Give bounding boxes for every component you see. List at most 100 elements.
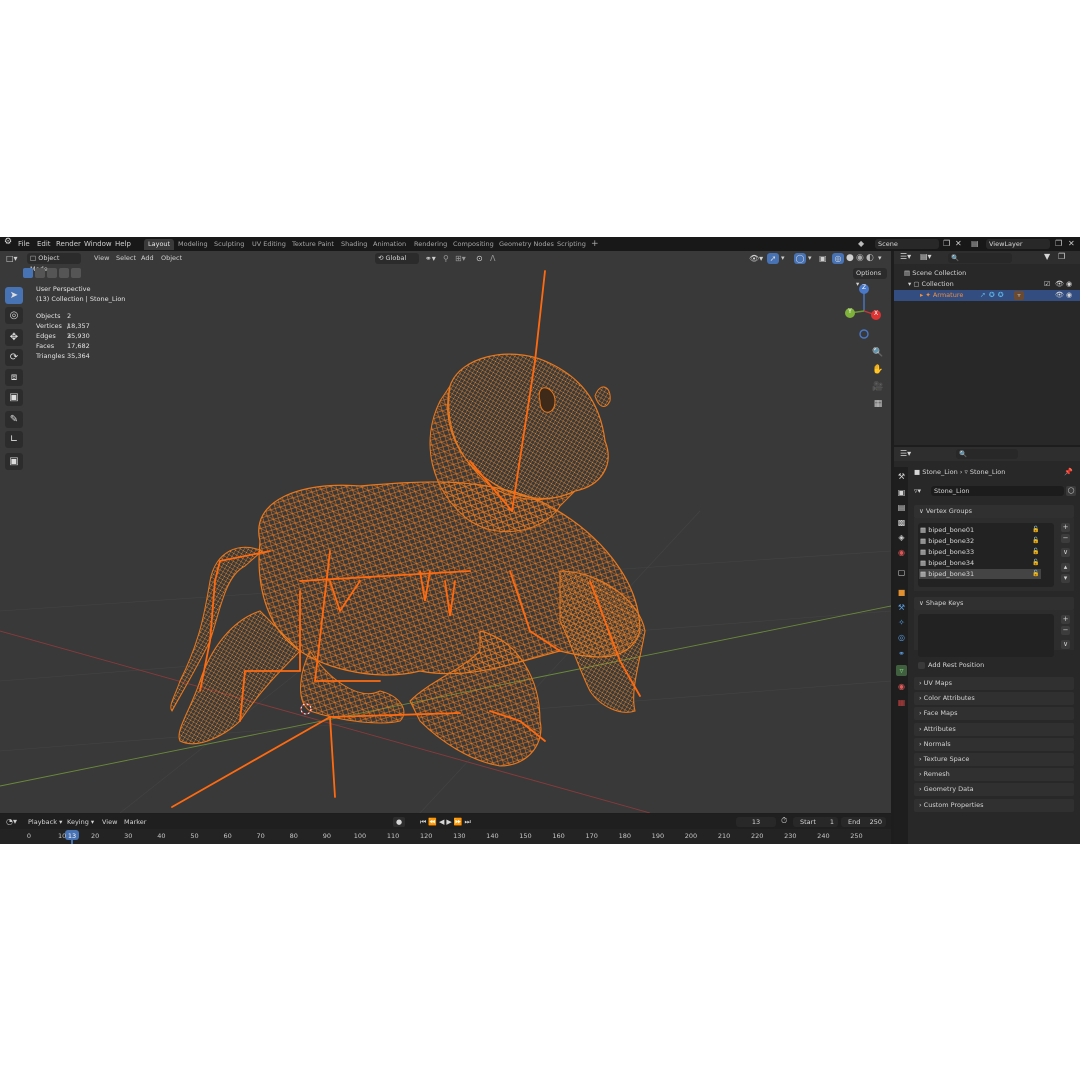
3d-viewport[interactable]: □▾ □ Object Mode View Select Add Object … (0, 251, 891, 813)
menu-render[interactable]: Render (56, 239, 81, 249)
shape-key-specials-icon[interactable]: ∨ (1061, 640, 1070, 649)
menu-add[interactable]: Add (141, 253, 154, 264)
list-item[interactable]: ▦ biped_bone32 (920, 536, 1040, 546)
shading-material-icon[interactable]: ◉ (856, 253, 864, 264)
texture-tab-icon[interactable]: ▦ (896, 697, 907, 708)
stopwatch-icon[interactable]: ⏱ (781, 816, 787, 826)
collection-checkbox-icon[interactable]: ☑ (1044, 279, 1050, 289)
fake-user-icon[interactable]: ◯ (1066, 486, 1076, 496)
vertex-group-specials-icon[interactable]: ∨ (1061, 548, 1070, 557)
list-item[interactable]: ▦ biped_bone33 (920, 547, 1040, 557)
menu-select[interactable]: Select (116, 253, 136, 264)
add-cube-tool-icon[interactable]: ▣ (5, 453, 23, 470)
properties-editor-icon[interactable]: ☰▾ (900, 449, 911, 459)
end-frame-field[interactable]: End 250 (841, 817, 886, 827)
gizmo-toggle-icon[interactable]: ➚ (767, 253, 779, 264)
scale-tool-icon[interactable]: ⧈ (5, 369, 23, 386)
next-keyframe-icon[interactable]: ⏩ (454, 818, 465, 826)
xray-toggle-icon[interactable]: ▣ (819, 253, 827, 264)
remove-shape-key-button[interactable]: − (1061, 626, 1070, 635)
collection-camera-icon[interactable]: ◉ (1066, 279, 1072, 289)
rotate-tool-icon[interactable]: ⟳ (5, 349, 23, 366)
move-tool-icon[interactable]: ✥ (5, 329, 23, 346)
shading-solid-icon[interactable]: ● (846, 253, 854, 264)
collection-tab-icon[interactable]: ▢ (896, 567, 907, 578)
tab-animation[interactable]: Animation (373, 239, 406, 250)
select-new-icon[interactable] (23, 268, 33, 278)
lock-icon[interactable]: 🔓 (1032, 558, 1039, 568)
output-tab-icon[interactable]: ▤ (896, 502, 907, 513)
move-down-icon[interactable]: ▾ (1061, 574, 1070, 583)
transform-tool-icon[interactable]: ▣ (5, 389, 23, 406)
filter-icon[interactable]: ▼ (1044, 252, 1050, 262)
lock-icon[interactable]: 🔓 (1032, 569, 1039, 579)
view-layer-tab-icon[interactable]: ▩ (896, 517, 907, 528)
mesh-data-tab-icon[interactable]: ▿ (896, 665, 907, 676)
lock-icon[interactable]: 🔓 (1032, 536, 1039, 546)
perspective-toggle-icon[interactable]: ▦ (871, 397, 885, 411)
tool-tab-icon[interactable]: ⚒ (896, 471, 907, 482)
zoom-icon[interactable]: 🔍 (871, 346, 885, 360)
mesh-datablock-icon[interactable]: ▿▾ (914, 485, 921, 497)
measure-tool-icon[interactable]: ∟ (5, 431, 23, 448)
cursor-tool-icon[interactable]: ◎ (5, 307, 23, 324)
new-view-layer-icon[interactable]: ❐ (1055, 239, 1062, 249)
outliner-row-scene-collection[interactable]: ▤ Scene Collection (904, 268, 966, 278)
panel-custom-properties[interactable]: › Custom Properties (914, 798, 1074, 812)
tab-geometry-nodes[interactable]: Geometry Nodes (499, 239, 554, 250)
prev-keyframe-icon[interactable]: ⏪ (428, 818, 439, 826)
tab-layout[interactable]: Layout (144, 239, 175, 250)
properties-search-input[interactable]: 🔍 (956, 449, 1018, 459)
editor-type-icon[interactable]: □▾ (6, 253, 18, 264)
falloff-icon[interactable]: Λ (490, 253, 495, 264)
select-extend-icon[interactable] (35, 268, 45, 278)
annotate-tool-icon[interactable]: ✎ (5, 411, 23, 428)
mode-selector[interactable]: □ Object Mode (27, 253, 81, 273)
menu-timeline-view[interactable]: View (102, 817, 117, 827)
scene-tab-icon[interactable]: ◈ (896, 532, 907, 543)
shape-keys-panel-header[interactable]: ∨ Shape Keys (914, 597, 1074, 610)
options-button[interactable]: Options ▾ (853, 268, 887, 288)
panel-geometry-data[interactable]: › Geometry Data (914, 783, 1074, 797)
panel-uv-maps[interactable]: › UV Maps (914, 677, 1074, 690)
lock-icon[interactable]: 🔓 (1032, 547, 1039, 557)
armature-modifier-icons[interactable]: ➚✪✪ (980, 290, 1007, 301)
outliner-editor-icon[interactable]: ☰▾ (900, 252, 911, 262)
timeline[interactable]: ◔▾ Playback ▾ Keying ▾ View Marker ● ⏮⏪◀… (0, 814, 891, 844)
select-box-tool-icon[interactable]: ➤ (5, 287, 23, 304)
outliner[interactable]: ☰▾ ▤▾ 🔍 ▼ ❐ ▤ Scene Collection ▾ ▢ Colle… (894, 251, 1080, 445)
menu-window[interactable]: Window (84, 239, 112, 249)
delete-view-layer-icon[interactable]: ✕ (1068, 239, 1075, 249)
shading-dropdown-icon[interactable]: ▾ (878, 253, 882, 264)
move-up-icon[interactable]: ▴ (1061, 563, 1070, 572)
view-layer-selector[interactable]: ViewLayer (986, 239, 1050, 249)
outliner-row-collection[interactable]: ▾ ▢ Collection (908, 279, 954, 289)
list-item[interactable]: ▦ biped_bone34 (920, 558, 1040, 568)
breadcrumb-mesh[interactable]: Stone_Lion (970, 468, 1006, 476)
object-tab-icon[interactable]: ■ (896, 587, 907, 598)
armature-item[interactable]: ▸ ✦ Armature (920, 290, 963, 301)
current-frame-field[interactable]: 13 (736, 817, 776, 827)
menu-object[interactable]: Object (161, 253, 182, 264)
gizmo-dropdown-icon[interactable]: ▾ (781, 253, 785, 264)
blender-logo-icon[interactable]: ⚙ (4, 237, 12, 247)
constraints-tab-icon[interactable]: ⚭ (896, 648, 907, 659)
material-tab-icon[interactable]: ◉ (896, 681, 907, 692)
new-collection-icon[interactable]: ❐ (1058, 252, 1065, 262)
start-frame-field[interactable]: Start 1 (793, 817, 838, 827)
shading-rendered-icon[interactable]: ◐ (866, 253, 874, 264)
remove-vertex-group-button[interactable]: − (1061, 534, 1070, 543)
panel-color-attributes[interactable]: › Color Attributes (914, 692, 1074, 706)
playback-controls[interactable]: ⏮⏪◀▶⏩⏭ (420, 817, 473, 827)
menu-keying[interactable]: Keying ▾ (67, 817, 94, 827)
menu-help[interactable]: Help (115, 239, 131, 249)
tab-compositing[interactable]: Compositing (453, 239, 494, 250)
menu-edit[interactable]: Edit (37, 239, 51, 249)
physics-tab-icon[interactable]: ◎ (896, 632, 907, 643)
snap-icon[interactable]: ⚲ (443, 253, 449, 264)
vertex-groups-panel-header[interactable]: ∨ Vertex Groups (914, 505, 1074, 518)
display-mode-icon[interactable]: ▤▾ (920, 252, 932, 262)
panel-attributes[interactable]: › Attributes (914, 722, 1074, 736)
properties-editor[interactable]: ☰▾ 🔍 ⚒ ▣ ▤ ▩ ◈ ◉ ▢ ■ ⚒ ✧ ◎ ⚭ ▿ ◉ ▦ ■ Sto… (894, 447, 1080, 844)
delete-scene-icon[interactable]: ✕ (955, 239, 962, 249)
